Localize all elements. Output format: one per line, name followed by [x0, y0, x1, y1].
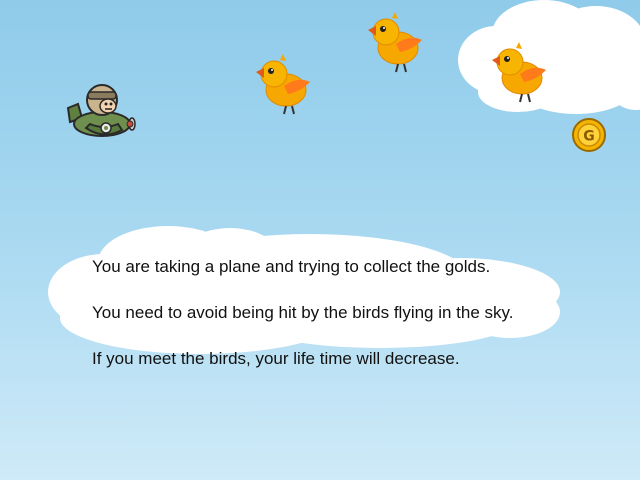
instruction-line-2: You need to avoid being hit by the birds…	[92, 303, 514, 322]
instruction-line-1: You are taking a plane and trying to col…	[92, 257, 491, 276]
bird-icon	[368, 12, 422, 73]
bird-icon	[492, 42, 546, 103]
game-scene: G You are taking a plane and trying to c…	[0, 0, 640, 480]
bird-icon	[256, 54, 310, 115]
player-plane-icon	[66, 84, 136, 137]
coin-label: G	[583, 129, 595, 145]
instructions-text: You are taking a plane and trying to col…	[92, 255, 612, 393]
gold-coin-icon: G	[572, 118, 606, 152]
instruction-line-3: If you meet the birds, your life time wi…	[92, 349, 460, 368]
